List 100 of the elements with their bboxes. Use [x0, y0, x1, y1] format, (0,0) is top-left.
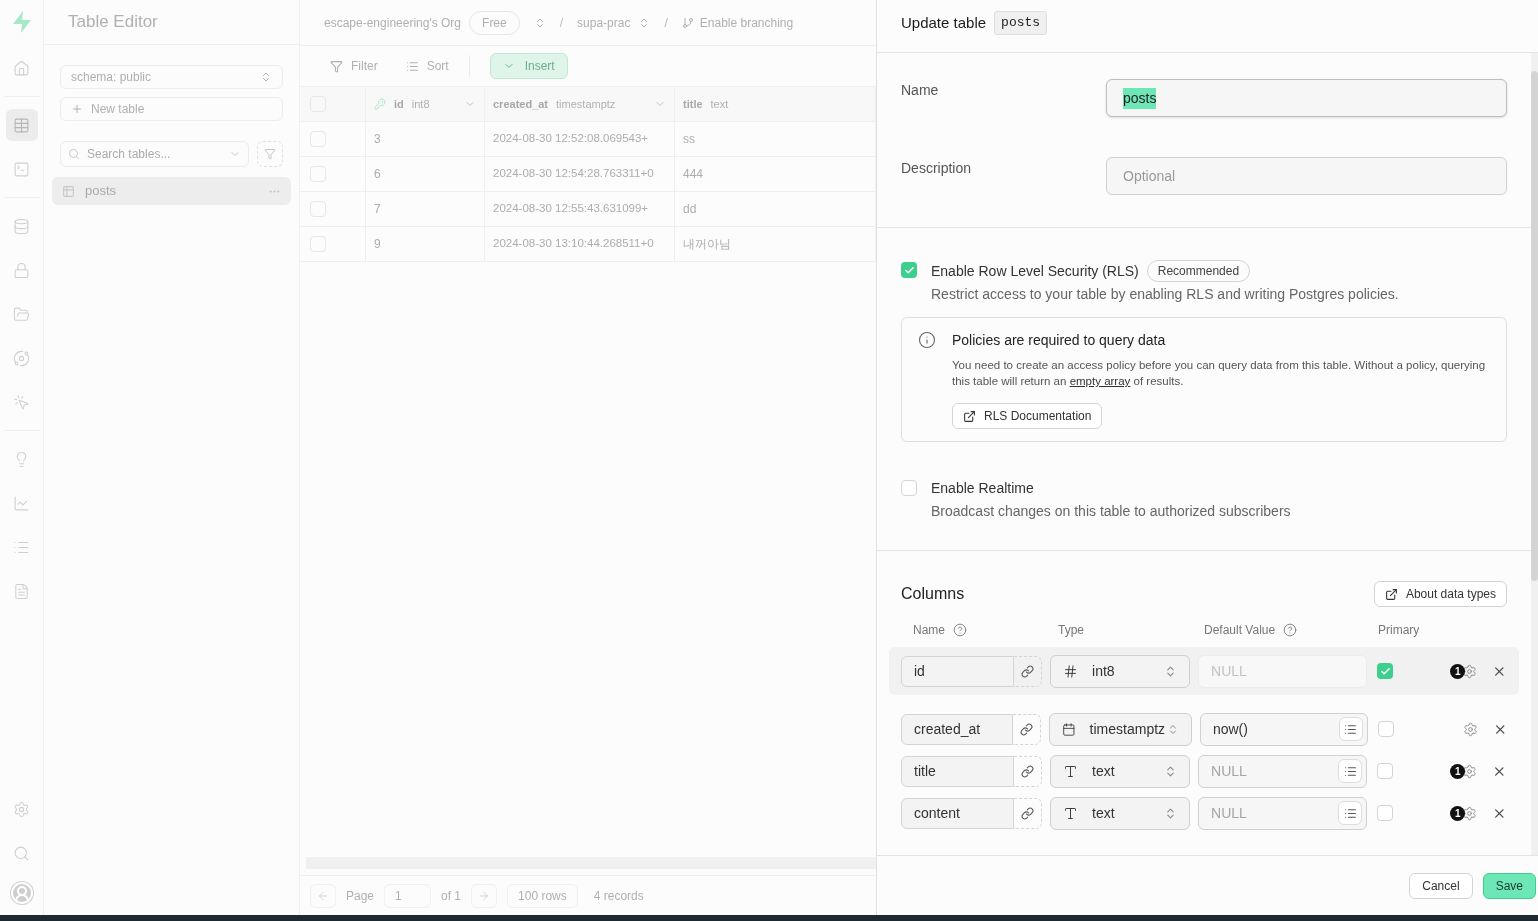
field-label: Description — [901, 159, 973, 178]
type-select[interactable]: int8 — [1050, 654, 1191, 688]
cancel-button[interactable]: Cancel — [1409, 872, 1473, 899]
option-label: Enable Row Level Security (RLS) — [931, 261, 1139, 281]
table-cell-text: 7 — [374, 201, 381, 218]
scrollbar[interactable] — [306, 857, 876, 869]
search-icon — [13, 844, 30, 862]
record-count: 4 records — [593, 887, 644, 905]
column-heading: Type — [1058, 622, 1084, 639]
sort-button[interactable]: Sort — [405, 57, 449, 75]
column-name-field[interactable]: content — [901, 797, 1014, 829]
arrow-right-icon — [478, 889, 491, 902]
new-table-button[interactable]: New table — [60, 97, 283, 121]
table-cell-text: 2024-08-30 12:55:43.631099+ — [493, 201, 649, 217]
rls-documentation-button[interactable]: RLS Documentation — [952, 403, 1103, 429]
column-header[interactable]: id int8 — [366, 87, 485, 121]
plus-icon — [71, 103, 83, 115]
column-heading: Primary — [1378, 622, 1420, 639]
link-button[interactable] — [1013, 797, 1043, 829]
default-value-field[interactable]: NULL — [1198, 754, 1368, 788]
list-button[interactable] — [1338, 801, 1363, 825]
list-icon — [1344, 722, 1358, 736]
notice-text: You need to create an access policy before you can query data from this table. Without a policy, querying this table will return an empty array of results. — [952, 358, 1487, 389]
checkbox[interactable] — [1377, 663, 1394, 679]
column-name-field[interactable]: created_at — [901, 713, 1013, 745]
help-icon[interactable] — [1283, 623, 1298, 637]
column-name-field[interactable]: id — [901, 655, 1014, 687]
settings-icon[interactable] — [1462, 763, 1478, 779]
field-label: Name — [901, 81, 940, 100]
filter-button[interactable]: Filter — [330, 57, 378, 75]
check-icon — [903, 264, 915, 276]
filter-button[interactable] — [257, 141, 283, 167]
empty-array-link[interactable]: empty array — [1069, 375, 1131, 387]
table-name-chip: posts — [994, 11, 1048, 35]
project-name[interactable]: supa-prac — [577, 13, 631, 32]
schema-select[interactable]: schema: public — [60, 65, 283, 89]
list-icon — [1343, 764, 1357, 778]
avatar-icon[interactable] — [9, 881, 34, 905]
previous-page-button[interactable] — [310, 883, 336, 908]
table-cell-text: 6 — [374, 166, 381, 183]
default-value-field[interactable]: now() — [1199, 712, 1368, 746]
table-cell-text: 444 — [683, 166, 704, 183]
checkbox[interactable] — [1377, 805, 1394, 821]
pointer-icon — [13, 393, 30, 411]
search-icon — [68, 148, 80, 160]
table-list-item[interactable]: posts — [52, 177, 291, 205]
page-field[interactable]: 1 — [384, 883, 432, 908]
checkbox[interactable] — [901, 262, 917, 278]
link-button[interactable] — [1012, 713, 1041, 745]
list-button[interactable] — [1338, 759, 1363, 783]
count-badge: 1 — [1450, 763, 1466, 779]
org-name[interactable]: escape-engineering's Org — [324, 13, 462, 32]
settings-icon[interactable] — [1462, 805, 1478, 821]
checkbox[interactable] — [901, 480, 917, 496]
list-icon — [405, 59, 419, 73]
next-page-button[interactable] — [471, 883, 498, 908]
save-button[interactable]: Save — [1482, 872, 1536, 899]
name-field[interactable]: posts — [1106, 79, 1507, 117]
option-description: Restrict access to your table by enabling RLS and writing Postgres policies. — [931, 285, 1399, 304]
type-select[interactable]: text — [1050, 796, 1191, 830]
about-data-types-button[interactable]: About data types — [1373, 581, 1507, 607]
logo-icon[interactable] — [10, 10, 33, 34]
help-icon[interactable] — [953, 623, 967, 637]
page-title: Table Editor — [68, 11, 158, 34]
rows-select[interactable]: 100 rows — [507, 883, 578, 908]
page-count: of 1 — [441, 887, 462, 905]
column-name-field[interactable]: title — [901, 755, 1014, 787]
option-label: Enable Realtime — [931, 479, 1035, 498]
checkbox[interactable] — [1377, 721, 1394, 737]
notice-title: Policies are required to query data — [952, 331, 1167, 350]
type-select[interactable]: text — [1050, 754, 1191, 788]
link-icon — [1020, 664, 1034, 678]
branching-button[interactable]: Enable branching — [681, 13, 794, 32]
check-icon — [1379, 665, 1391, 677]
table-cell-text: 3 — [374, 131, 381, 148]
type-select[interactable]: timestamptz — [1048, 712, 1192, 746]
link-button[interactable] — [1013, 755, 1043, 787]
link-icon — [1020, 806, 1034, 820]
default-value-field[interactable]: NULL — [1198, 796, 1368, 830]
breadcrumb-separator: / — [664, 14, 668, 32]
orbit-icon — [13, 349, 30, 367]
column-header[interactable]: created_at timestamptz — [485, 87, 675, 121]
description-field[interactable]: Optional — [1106, 157, 1507, 195]
text-type-icon — [1063, 763, 1079, 779]
link-icon — [1020, 764, 1034, 778]
checkbox[interactable] — [1377, 763, 1394, 779]
settings-icon — [13, 800, 30, 818]
scrollbar[interactable] — [1531, 53, 1538, 855]
list-button[interactable] — [1338, 717, 1363, 741]
link-button[interactable] — [1013, 655, 1043, 687]
search-field[interactable]: Search tables... — [60, 141, 249, 167]
chevrons-icon — [1167, 722, 1179, 736]
count-badge: 1 — [1450, 663, 1466, 679]
link-icon — [1019, 722, 1033, 736]
table-cell-text: 2024-08-30 12:52:08.069543+ — [493, 131, 649, 147]
table-cell-text: ss — [683, 131, 695, 148]
panel-title: Update table — [901, 12, 987, 33]
table-button[interactable] — [5, 109, 38, 141]
insert-button[interactable]: Insert — [489, 53, 568, 79]
settings-icon[interactable] — [1462, 663, 1478, 679]
